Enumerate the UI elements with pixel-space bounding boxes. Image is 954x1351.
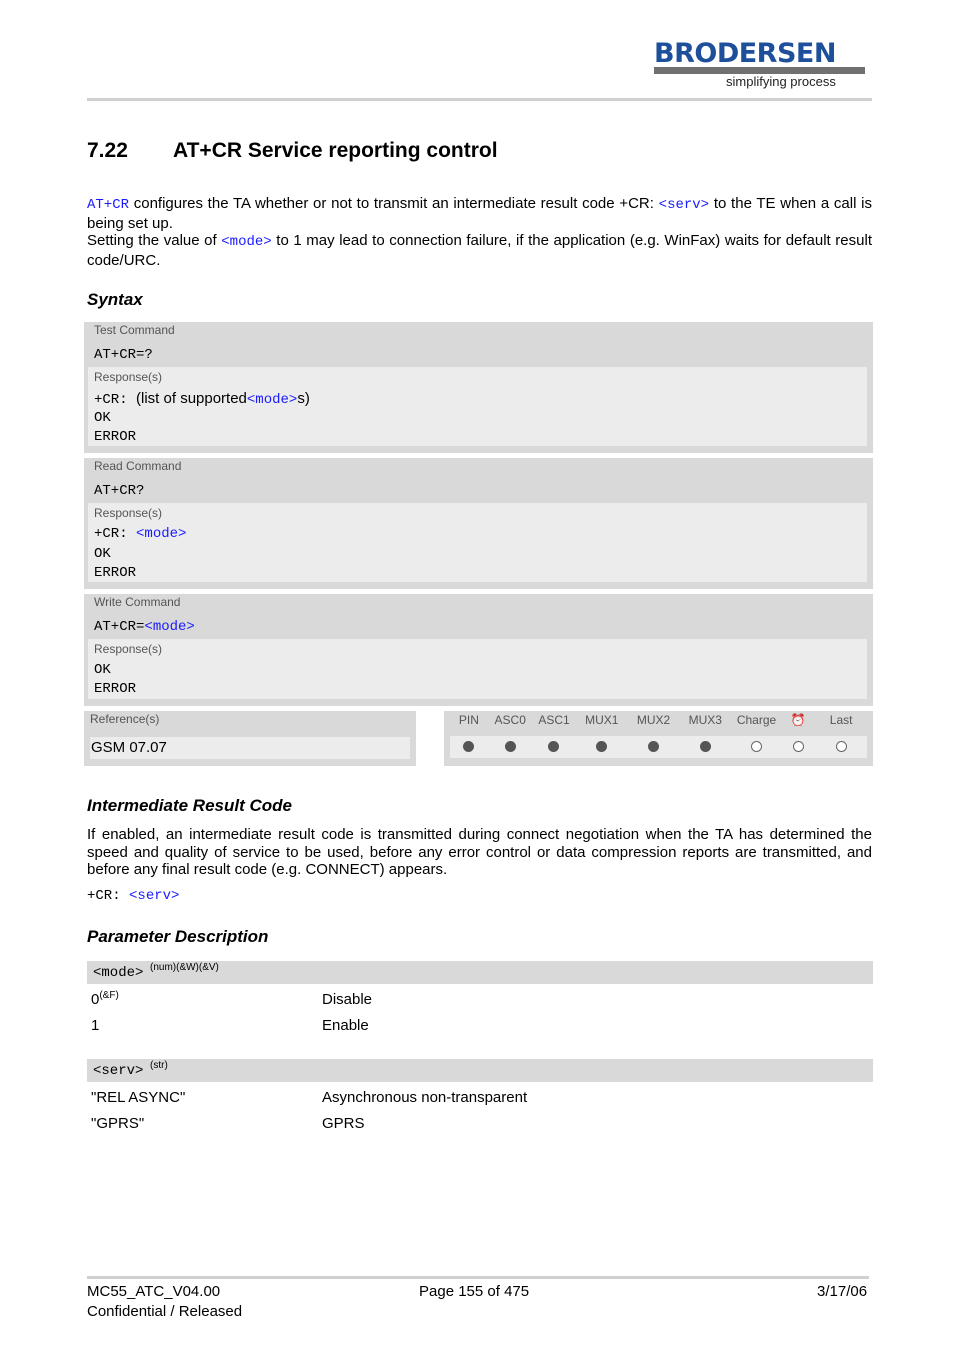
param-desc: Disable	[322, 991, 373, 1008]
read-command-block: Read Command AT+CR? Response(s) +CR: <mo…	[84, 458, 873, 589]
status-cell	[679, 741, 732, 755]
response: +CR: (list of supported<mode>s)	[94, 390, 310, 408]
irc-heading: Intermediate Result Code	[87, 796, 292, 815]
status-cell	[815, 741, 867, 755]
filled-circle-icon	[699, 741, 711, 752]
status-cell	[732, 741, 782, 755]
command: AT+CR?	[94, 483, 145, 499]
param-link[interactable]: <serv>	[659, 197, 709, 213]
param-value: 0(&F)	[91, 990, 119, 1008]
params-heading: Parameter Description	[87, 927, 269, 946]
filled-circle-icon	[596, 741, 608, 752]
command: AT+CR=<mode>	[94, 619, 195, 635]
response-error: ERROR	[94, 565, 137, 581]
irc-text: If enabled, an intermediate result code …	[87, 826, 872, 878]
param-link[interactable]: <mode>	[221, 234, 271, 250]
filled-circle-icon	[548, 741, 560, 752]
logo: BRODERSEN	[654, 38, 836, 69]
label: Response(s)	[94, 642, 163, 656]
syntax-heading: Syntax	[87, 290, 143, 309]
logo-tagline: simplifying process	[726, 74, 836, 89]
empty-circle-icon	[751, 741, 763, 752]
empty-circle-icon	[835, 741, 847, 752]
status-cell	[628, 741, 679, 755]
write-command-block: Write Command AT+CR=<mode> Response(s) O…	[84, 594, 873, 706]
filled-circle-icon	[504, 741, 516, 752]
status-block: PIN ASC0 ASC1 MUX1 MUX2 MUX3 Charge ⏰ Last	[444, 711, 873, 766]
command: AT+CR=?	[94, 347, 153, 363]
status-column-mux3: MUX3	[688, 713, 722, 727]
footer-doc: MC55_ATC_V04.00	[87, 1283, 221, 1300]
label: Write Command	[94, 595, 181, 609]
empty-circle-icon	[792, 741, 804, 752]
label: Response(s)	[94, 370, 163, 384]
intro: AT+CR configures the TA whether or not t…	[87, 195, 872, 269]
label: Read Command	[94, 459, 182, 473]
status-cell	[450, 741, 488, 755]
status-cell	[533, 741, 576, 755]
label: Response(s)	[94, 506, 163, 520]
response-error: ERROR	[94, 681, 137, 697]
filled-circle-icon	[463, 741, 475, 752]
footer-date: 3/17/06	[817, 1283, 868, 1300]
filled-circle-icon	[648, 741, 660, 752]
status-cell	[781, 741, 815, 755]
param-desc: Enable	[322, 1017, 369, 1034]
status-cell	[575, 741, 628, 755]
command-link[interactable]: AT+CR	[87, 197, 129, 213]
param-value: 1	[91, 1017, 100, 1034]
status-column-pin: PIN	[458, 713, 479, 727]
footer-status: Confidential / Released	[87, 1303, 243, 1320]
logo-bar	[654, 67, 865, 74]
footer-page: Page 155 of 475	[419, 1283, 530, 1300]
response: +CR: <mode>	[94, 526, 187, 542]
status-cell	[488, 741, 533, 755]
status-column-last: Last	[829, 713, 853, 727]
status-column-charge: Charge	[736, 713, 777, 727]
label: Reference(s)	[90, 712, 160, 726]
response-ok: OK	[94, 410, 111, 426]
alarm-clock-icon: ⏰	[790, 713, 806, 727]
param-mode-header: <mode> (num)(&W)(&V)	[87, 961, 873, 984]
irc-code: +CR: <serv>	[87, 888, 180, 904]
header-divider	[87, 98, 872, 101]
response-ok: OK	[94, 546, 111, 562]
status-column-asc0: ASC0	[494, 713, 526, 727]
param-desc: Asynchronous non-transparent	[322, 1089, 528, 1106]
response-ok: OK	[94, 662, 111, 678]
response-error: ERROR	[94, 429, 137, 445]
test-command-block: Test Command AT+CR=? Response(s) +CR: (l…	[84, 322, 873, 453]
param-serv-header: <serv> (str)	[87, 1059, 873, 1082]
reference-value: GSM 07.07	[90, 737, 410, 759]
section-title: 7.22 AT+CR Service reporting control	[87, 139, 498, 162]
param-value: "REL ASYNC"	[91, 1089, 186, 1106]
status-column-mux1: MUX1	[585, 713, 619, 727]
param-value: "GPRS"	[91, 1115, 145, 1132]
footer-divider	[87, 1276, 869, 1279]
label: Test Command	[94, 323, 175, 337]
param-desc: GPRS	[322, 1115, 365, 1132]
status-column-asc1: ASC1	[538, 713, 570, 727]
status-column-mux2: MUX2	[636, 713, 671, 727]
reference-block: Reference(s) GSM 07.07	[84, 711, 416, 766]
